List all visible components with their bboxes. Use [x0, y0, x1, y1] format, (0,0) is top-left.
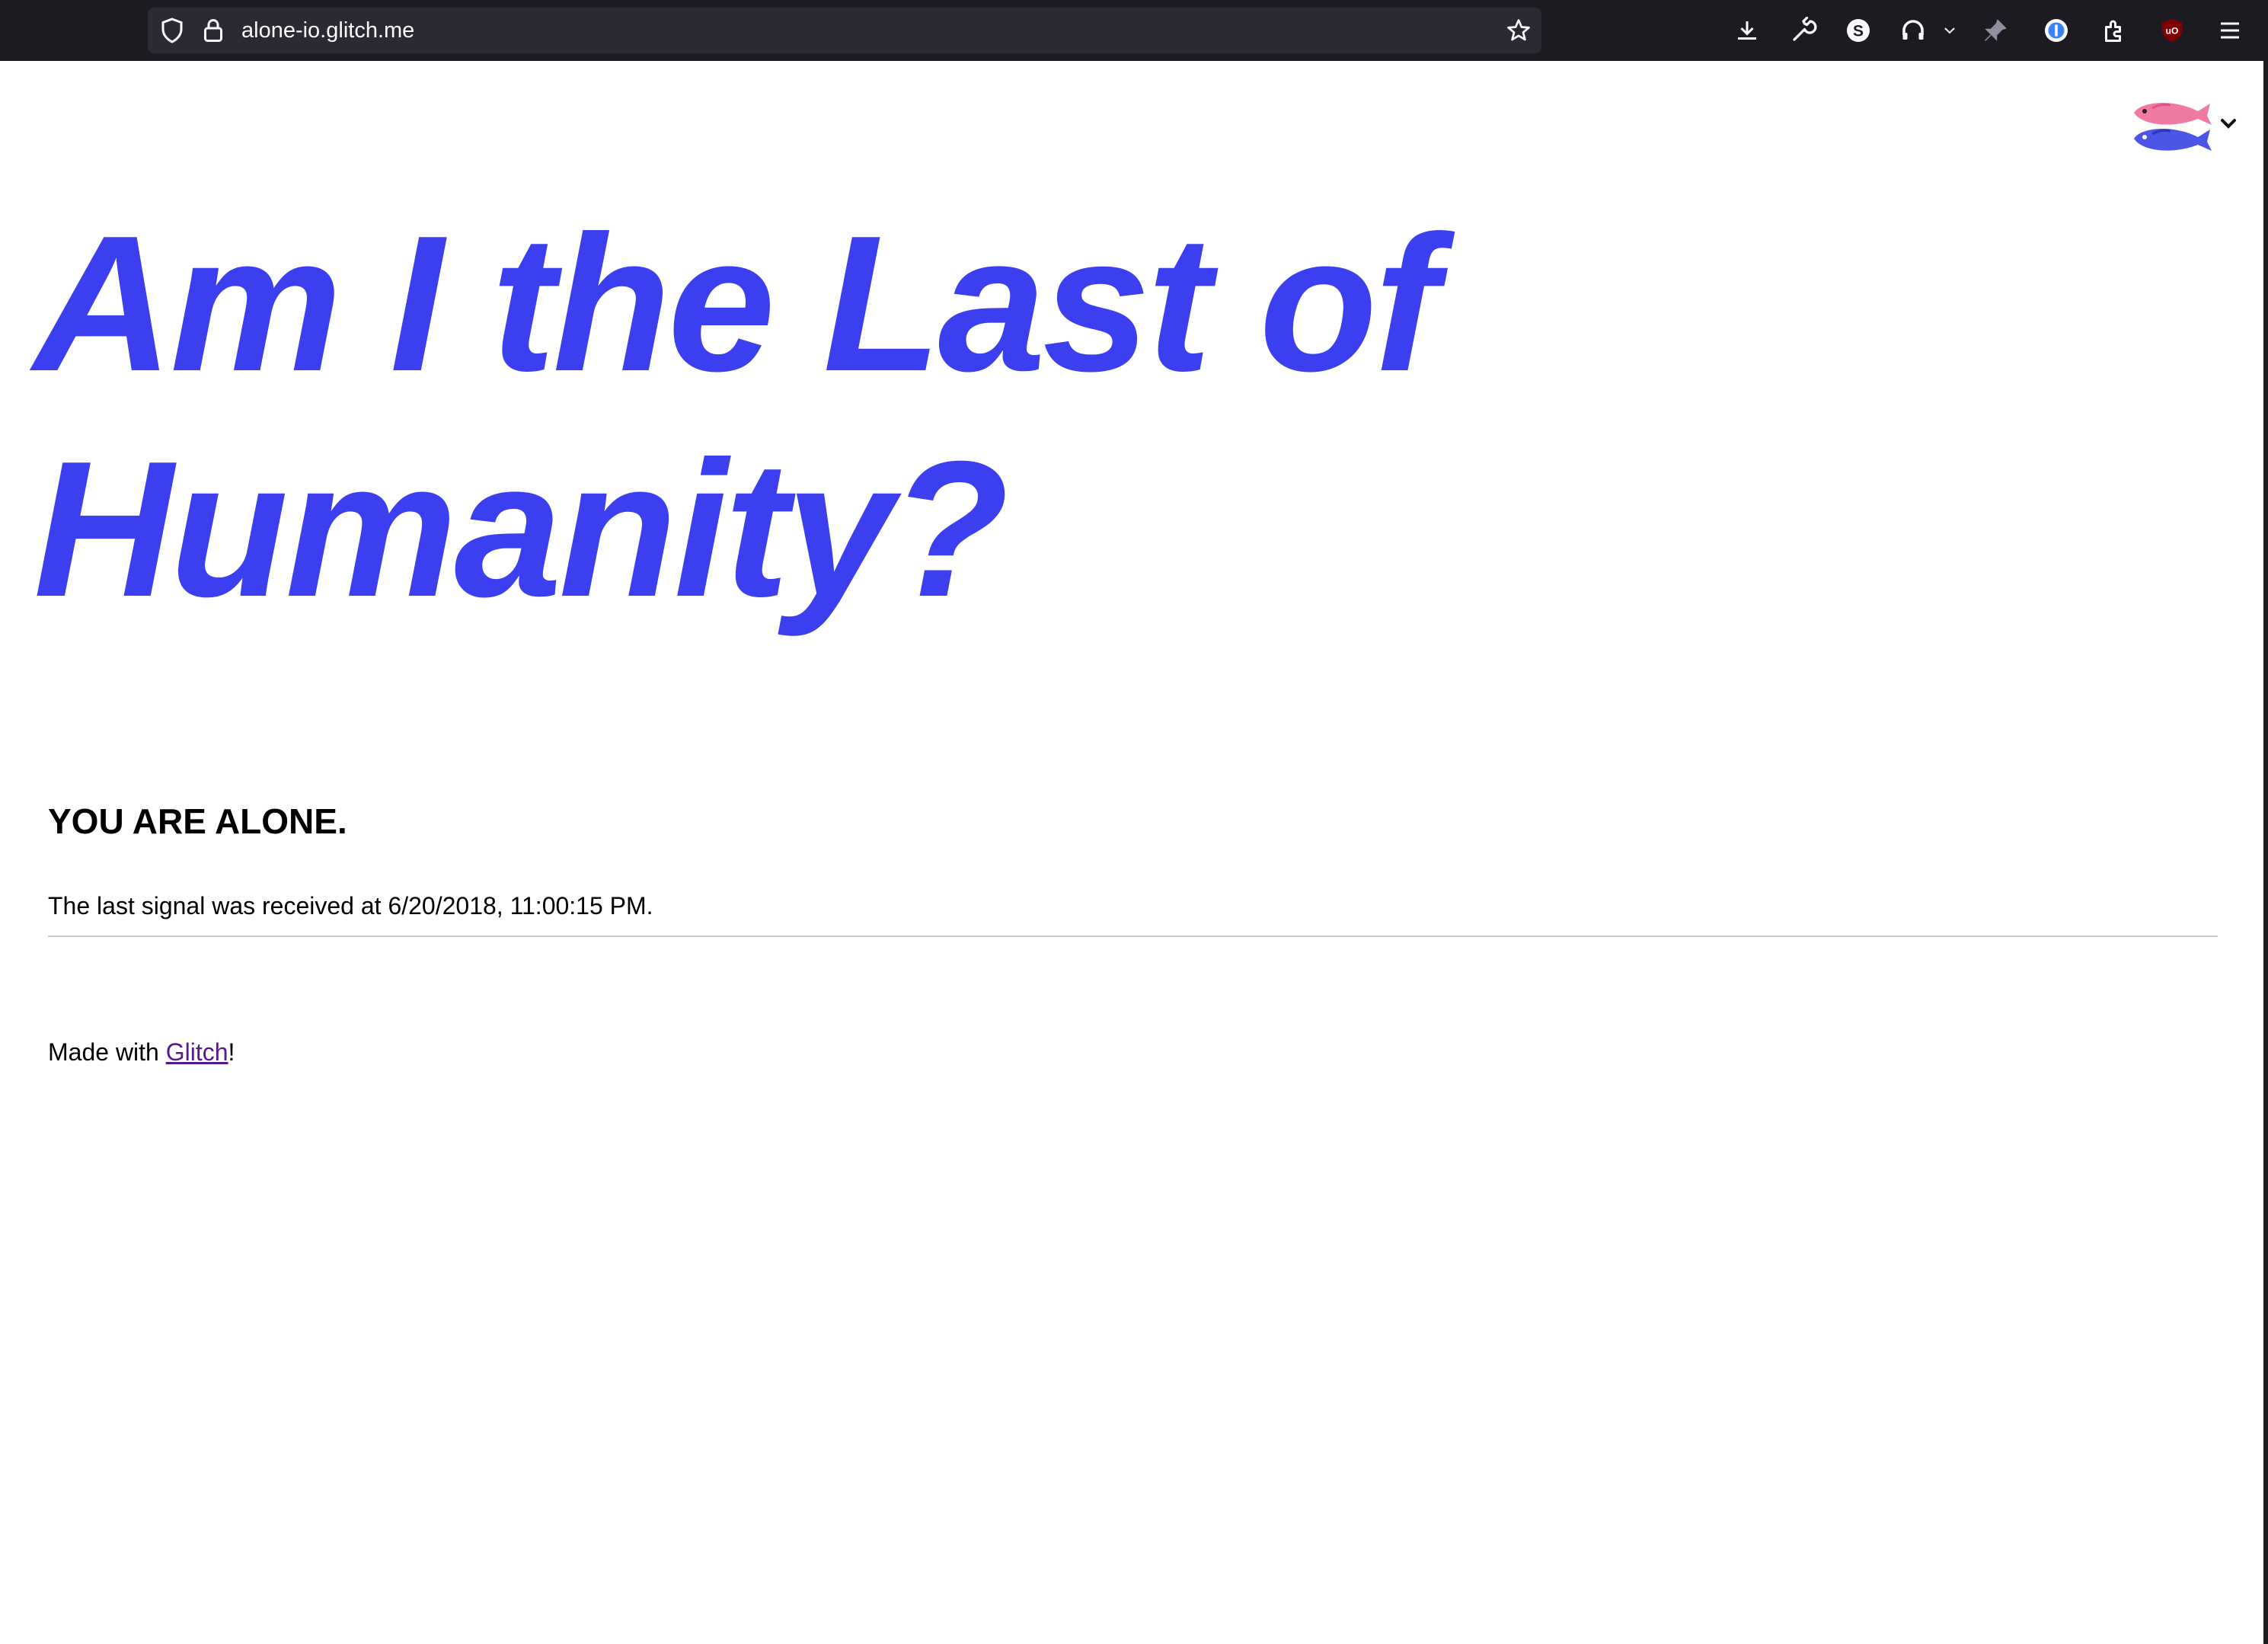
- svg-text:S: S: [1853, 23, 1864, 40]
- window-edge: [2263, 0, 2268, 1644]
- password-manager-icon[interactable]: [2041, 15, 2072, 46]
- chevron-down-icon[interactable]: [1934, 15, 1965, 46]
- last-signal-text: The last signal was received at 6/20/201…: [48, 892, 653, 920]
- svg-text:uO: uO: [2166, 26, 2179, 37]
- lock-icon[interactable]: [198, 15, 228, 46]
- browser-toolbar: alone-io.glitch.me S uO: [0, 0, 2268, 61]
- s-extension-icon[interactable]: S: [1843, 15, 1873, 46]
- page-content: Am I the Last of Humanity? YOU ARE ALONE…: [0, 61, 2268, 1644]
- wrench-icon[interactable]: [1788, 15, 1819, 46]
- footer-suffix: !: [228, 1038, 235, 1066]
- divider: [48, 936, 2218, 937]
- pin-icon[interactable]: [1980, 15, 2011, 46]
- download-icon[interactable]: [1732, 15, 1762, 46]
- page-title: Am I the Last of Humanity?: [34, 195, 1439, 637]
- menu-icon[interactable]: [2215, 15, 2245, 46]
- headphones-icon[interactable]: [1898, 15, 1928, 46]
- glitch-fish-icon[interactable]: [2123, 88, 2238, 162]
- extensions-icon[interactable]: [2099, 15, 2129, 46]
- bookmark-star-icon[interactable]: [1503, 15, 1534, 46]
- ublock-icon[interactable]: uO: [2157, 15, 2187, 46]
- footer: Made with Glitch!: [48, 1033, 235, 1071]
- url-text[interactable]: alone-io.glitch.me: [241, 8, 414, 53]
- status-heading: YOU ARE ALONE.: [48, 801, 347, 841]
- glitch-link[interactable]: Glitch: [166, 1038, 228, 1066]
- address-bar[interactable]: alone-io.glitch.me: [148, 8, 1541, 53]
- footer-prefix: Made with: [48, 1038, 166, 1066]
- shield-icon[interactable]: [157, 15, 187, 46]
